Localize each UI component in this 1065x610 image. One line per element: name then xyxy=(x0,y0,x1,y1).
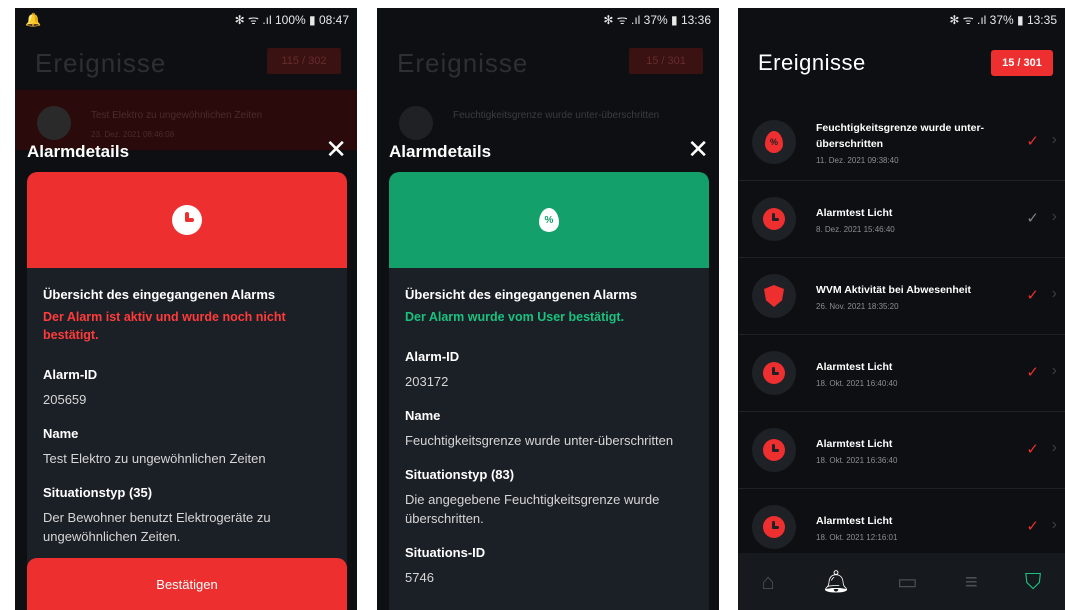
check-icon: ✓ xyxy=(1026,364,1039,381)
humidity-icon xyxy=(399,106,433,140)
phone-screen-alarm-confirmed: ✻ ᯤ .ıl 37% ▮ 13:36 Ereignisse 15 / 301 … xyxy=(377,8,719,610)
page-title: Ereignisse xyxy=(35,48,167,78)
alarm-status-text: Der Alarm ist aktiv und wurde noch nicht… xyxy=(43,310,286,342)
field-label: Alarm-ID xyxy=(405,349,460,364)
alarm-banner: % xyxy=(389,172,709,268)
clock-icon xyxy=(37,106,71,140)
modal-header: Alarmdetails ✕ xyxy=(389,134,709,165)
event-date: 11. Dez. 2021 09:38:40 xyxy=(816,156,899,165)
modal-header: Alarmdetails ✕ xyxy=(27,134,347,165)
event-title: Alarmtest Licht xyxy=(816,361,893,373)
event-date: 18. Okt. 2021 16:40:40 xyxy=(816,379,898,388)
event-date: 18. Okt. 2021 16:36:40 xyxy=(816,456,898,465)
notification-bell-icon: 🔔 xyxy=(25,12,42,27)
check-icon: ✓ xyxy=(1026,518,1039,535)
list-item[interactable]: Alarmtest Licht 18. Okt. 2021 16:36:40 ✓… xyxy=(738,412,1065,489)
check-icon: ✓ xyxy=(1026,287,1039,304)
status-text: ✻ ᯤ .ıl 37% ▮ 13:35 xyxy=(949,12,1057,27)
clock-icon xyxy=(752,505,796,549)
list-item[interactable]: Alarmtest Licht 8. Dez. 2021 15:46:40 ✓ … xyxy=(738,181,1065,258)
event-counter-badge: 15 / 301 xyxy=(991,50,1053,76)
field-value: Die angegebene Feuchtigkeitsgrenze wurde… xyxy=(405,492,660,526)
clock-icon xyxy=(752,197,796,241)
list-item-title: Feuchtigkeitsgrenze wurde unter-überschr… xyxy=(453,110,660,121)
field-label: Name xyxy=(405,408,441,423)
clock-icon xyxy=(752,351,796,395)
alarm-details-modal: % Übersicht des eingegangenen Alarms Der… xyxy=(389,172,709,610)
camera-icon[interactable]: ▭ xyxy=(897,569,918,595)
chevron-right-icon: › xyxy=(1051,439,1057,456)
field-value: 203172 xyxy=(405,374,449,389)
event-date: 18. Okt. 2021 12:16:01 xyxy=(816,533,898,542)
close-icon[interactable]: ✕ xyxy=(325,134,347,165)
event-counter-badge: 115 / 302 xyxy=(267,48,341,74)
overview-heading: Übersicht des eingegangenen Alarms xyxy=(405,287,638,302)
alarm-details-modal: Übersicht des eingegangenen Alarms Der A… xyxy=(27,172,347,610)
bell-icon[interactable]: 🔔︎ xyxy=(822,569,850,595)
shield-icon xyxy=(752,274,796,318)
list-item[interactable]: WVM Aktivität bei Abwesenheit 26. Nov. 2… xyxy=(738,258,1065,335)
event-title: Alarmtest Licht xyxy=(816,515,893,527)
humidity-icon: % xyxy=(752,120,796,164)
chevron-right-icon: › xyxy=(1051,131,1057,148)
clock-icon xyxy=(752,428,796,472)
list-item[interactable]: % Feuchtigkeitsgrenze wurde unter-übersc… xyxy=(738,104,1065,181)
chevron-right-icon: › xyxy=(1051,516,1057,533)
field-value: 205659 xyxy=(43,392,87,407)
check-icon: ✓ xyxy=(1026,133,1039,150)
event-title: Alarmtest Licht xyxy=(816,438,893,450)
field-value: Test Elektro zu ungewöhnlichen Zeiten xyxy=(43,451,266,466)
chevron-right-icon: › xyxy=(1051,362,1057,379)
clock-icon xyxy=(172,205,202,235)
page-title: Ereignisse xyxy=(758,50,866,75)
home-icon[interactable]: ⌂ xyxy=(762,569,775,595)
confirm-button[interactable]: Bestätigen xyxy=(27,558,347,610)
overview-heading: Übersicht des eingegangenen Alarms xyxy=(43,287,276,302)
status-text: ✻ ᯤ .ıl 37% ▮ 13:36 xyxy=(603,12,711,27)
menu-icon[interactable]: ≡ xyxy=(965,569,978,595)
field-label: Situationstyp (83) xyxy=(405,467,515,482)
alarm-status-text: Der Alarm wurde vom User bestätigt. xyxy=(405,310,625,324)
field-value: 5746 xyxy=(405,570,434,585)
modal-title: Alarmdetails xyxy=(389,142,492,161)
status-bar: ✻ ᯤ .ıl 37% ▮ 13:36 xyxy=(377,8,719,30)
event-title: Alarmtest Licht xyxy=(816,207,893,219)
field-label: Alarm-ID xyxy=(43,367,98,382)
event-date: 8. Dez. 2021 15:46:40 xyxy=(816,225,895,234)
bottom-tab-bar: ⌂ 🔔︎ ▭ ≡ ⛉ xyxy=(738,553,1065,610)
alarm-banner xyxy=(27,172,347,268)
event-counter-badge: 15 / 301 xyxy=(629,48,703,74)
event-date: 26. Nov. 2021 18:35:20 xyxy=(816,302,899,311)
list-item[interactable]: Alarmtest Licht 18. Okt. 2021 16:40:40 ✓… xyxy=(738,335,1065,412)
phone-screen-alarm-active: 🔔 ✻ ᯤ .ıl 100% ▮ 08:47 Ereignisse 115 / … xyxy=(15,8,357,610)
status-bar: ✻ ᯤ .ıl 37% ▮ 13:35 xyxy=(738,8,1065,30)
event-list: % Feuchtigkeitsgrenze wurde unter-übersc… xyxy=(738,104,1065,566)
status-text: ✻ ᯤ .ıl 100% ▮ 08:47 xyxy=(234,12,349,27)
chevron-right-icon: › xyxy=(1051,208,1057,225)
event-title: Feuchtigkeitsgrenze wurde unter-überschr… xyxy=(816,122,985,150)
humidity-icon: % xyxy=(539,208,559,232)
field-value: Feuchtigkeitsgrenze wurde unter-überschr… xyxy=(405,433,674,448)
shield-icon[interactable]: ⛉ xyxy=(1025,569,1042,595)
field-label: Situations-ID xyxy=(405,545,486,560)
field-value: Der Bewohner benutzt Elektrogeräte zu un… xyxy=(43,510,271,544)
event-title: WVM Aktivität bei Abwesenheit xyxy=(816,284,971,296)
field-label: Situationstyp (35) xyxy=(43,485,153,500)
list-item-title: Test Elektro zu ungewöhnlichen Zeiten xyxy=(91,110,263,121)
status-bar: 🔔 ✻ ᯤ .ıl 100% ▮ 08:47 xyxy=(15,8,357,30)
check-icon: ✓ xyxy=(1026,210,1039,227)
modal-title: Alarmdetails xyxy=(27,142,130,161)
field-label: Name xyxy=(43,426,79,441)
page-title: Ereignisse xyxy=(397,48,529,78)
check-icon: ✓ xyxy=(1026,441,1039,458)
close-icon[interactable]: ✕ xyxy=(687,134,709,165)
chevron-right-icon: › xyxy=(1051,285,1057,302)
phone-screen-event-list: ✻ ᯤ .ıl 37% ▮ 13:35 Ereignisse 15 / 301 … xyxy=(738,8,1065,610)
